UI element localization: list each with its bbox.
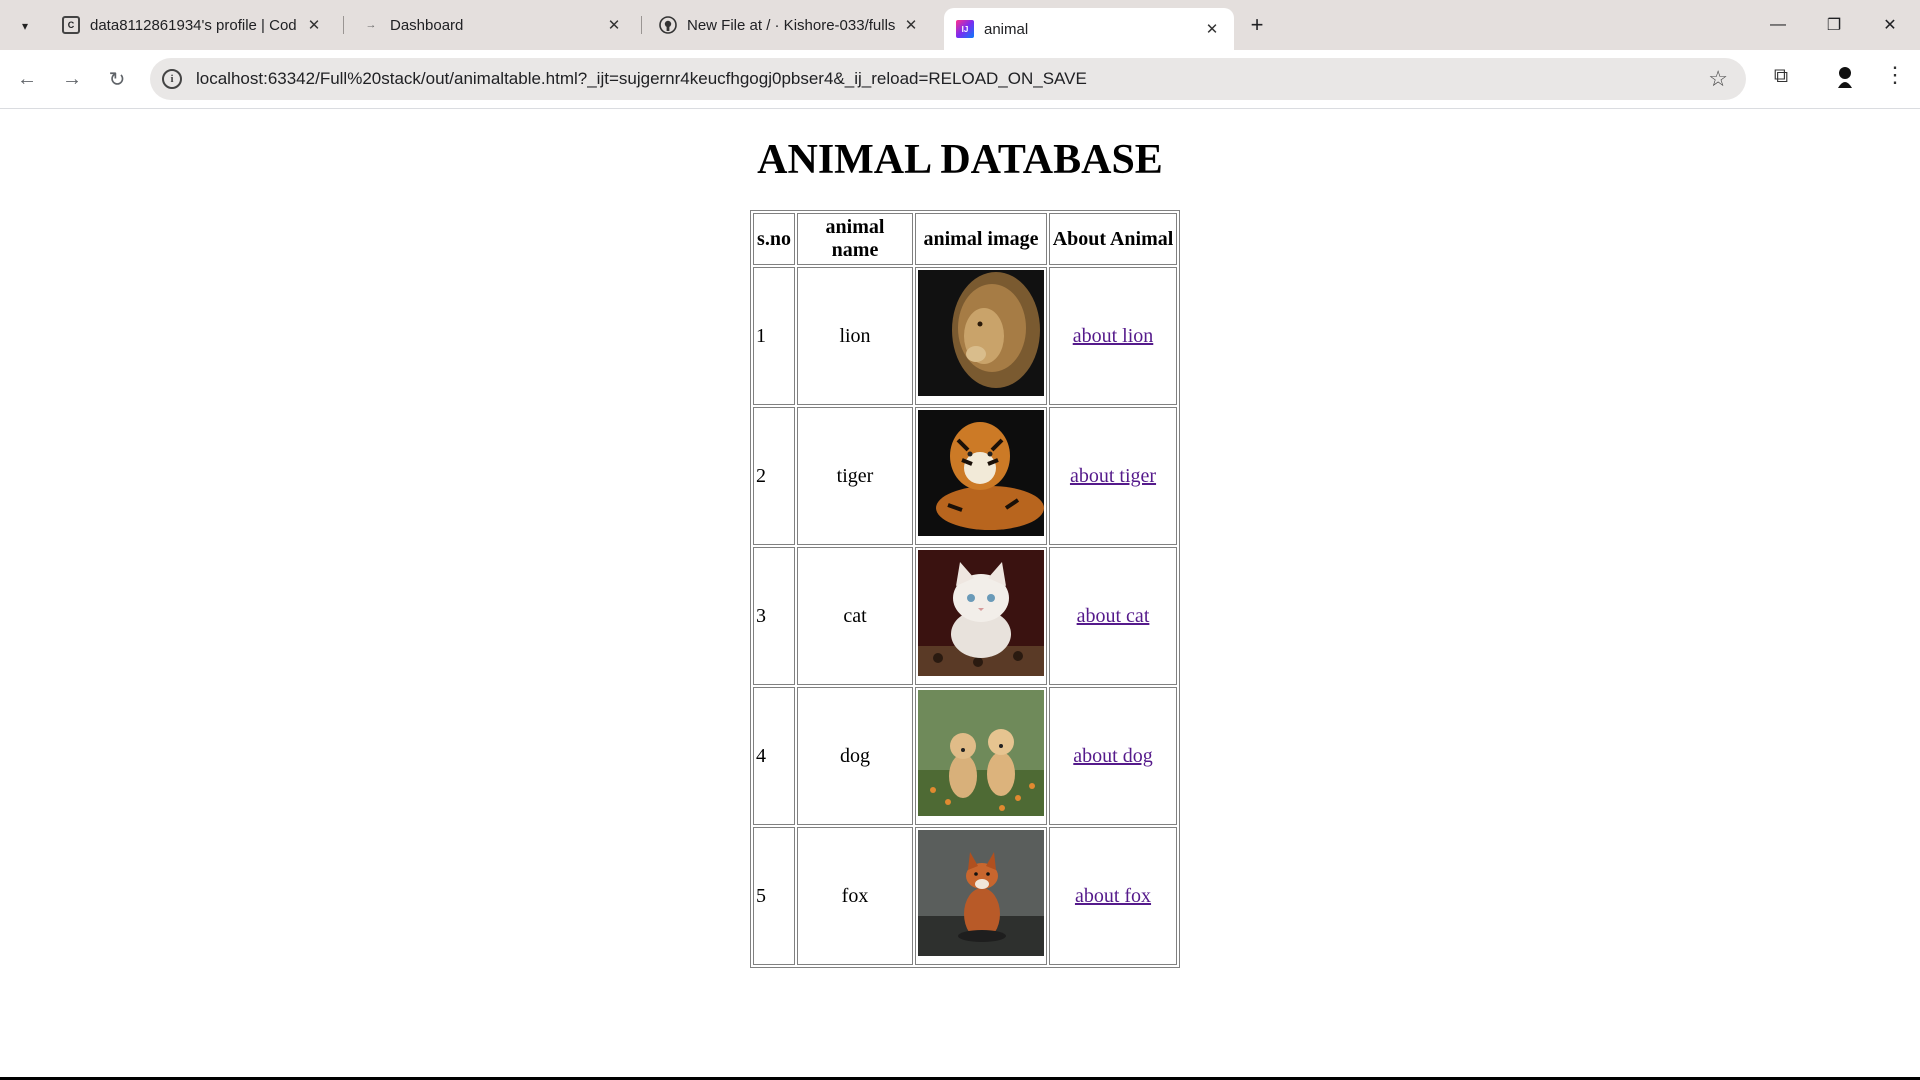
cell-about: about fox [1049, 827, 1177, 965]
back-icon[interactable]: ← [11, 63, 43, 95]
about-link[interactable]: about fox [1075, 885, 1151, 907]
cell-animal-image [915, 547, 1047, 685]
tab-title: Dashboard [390, 16, 464, 34]
tab-title: animal [984, 20, 1029, 38]
lion-image [918, 270, 1044, 396]
tab-github[interactable]: New File at / · Kishore-033/fulls ✕ [647, 8, 933, 42]
profile-icon[interactable] [1836, 66, 1854, 88]
forward-icon[interactable]: → [56, 63, 88, 95]
menu-kebab-icon[interactable]: ⋮ [1884, 62, 1906, 88]
minimize-icon[interactable]: — [1750, 0, 1806, 50]
header-about-animal: About Animal [1049, 213, 1177, 265]
intellij-favicon-icon: IJ [956, 20, 974, 38]
table-row: 5 fox about fox [753, 827, 1177, 965]
tab-strip: ▾ C data8112861934's profile | Cod ✕ → D… [0, 0, 1920, 50]
table-header-row: s.no animal name animal image About Anim… [753, 213, 1177, 265]
github-favicon-icon [659, 16, 677, 34]
cell-about: about cat [1049, 547, 1177, 685]
about-link[interactable]: about cat [1077, 605, 1150, 627]
cat-image [918, 550, 1044, 676]
url-text[interactable]: localhost:63342/Full%20stack/out/animalt… [196, 69, 1087, 89]
cell-animal-name: lion [797, 267, 913, 405]
tab-animal[interactable]: IJ animal ✕ [944, 8, 1234, 50]
cell-sno: 2 [753, 407, 795, 545]
tab-title: data8112861934's profile | Cod [90, 16, 297, 34]
bookmark-star-icon[interactable]: ☆ [1708, 66, 1728, 92]
close-icon[interactable]: ✕ [901, 15, 921, 35]
tab-search-icon[interactable]: ▾ [12, 13, 38, 39]
header-animal-name: animal name [797, 213, 913, 265]
restore-icon[interactable]: ❐ [1806, 0, 1862, 50]
table-row: 2 tiger about tiger [753, 407, 1177, 545]
extensions-icon[interactable]: ⧉ [1768, 63, 1794, 89]
animal-table: s.no animal name animal image About Anim… [750, 210, 1180, 968]
close-window-icon[interactable]: ✕ [1862, 0, 1918, 50]
tab-dashboard[interactable]: → Dashboard ✕ [350, 8, 636, 42]
cell-sno: 5 [753, 827, 795, 965]
close-icon[interactable]: ✕ [604, 15, 624, 35]
cell-animal-image [915, 267, 1047, 405]
tab-divider [343, 16, 344, 34]
cell-animal-name: cat [797, 547, 913, 685]
tab-codechef[interactable]: C data8112861934's profile | Cod ✕ [50, 8, 336, 42]
about-link[interactable]: about tiger [1070, 465, 1156, 487]
fox-image [918, 830, 1044, 956]
new-tab-icon[interactable]: + [1244, 12, 1270, 38]
browser-toolbar: ← → ↻ i localhost:63342/Full%20stack/out… [0, 50, 1920, 109]
cell-animal-name: fox [797, 827, 913, 965]
cell-sno: 4 [753, 687, 795, 825]
page-title: ANIMAL DATABASE [757, 137, 1163, 183]
cell-sno: 1 [753, 267, 795, 405]
table-row: 1 lion about lion [753, 267, 1177, 405]
cell-about: about tiger [1049, 407, 1177, 545]
cell-sno: 3 [753, 547, 795, 685]
header-sno: s.no [753, 213, 795, 265]
tiger-image [918, 410, 1044, 536]
header-animal-image: animal image [915, 213, 1047, 265]
tab-title: New File at / · Kishore-033/fulls [687, 16, 896, 34]
reload-icon[interactable]: ↻ [101, 63, 133, 95]
codechef-favicon-icon: C [62, 16, 80, 34]
arrow-favicon-icon: → [365, 19, 377, 31]
about-link[interactable]: about dog [1073, 745, 1152, 767]
dog-image [918, 690, 1044, 816]
table-row: 4 dog about dog [753, 687, 1177, 825]
cell-about: about lion [1049, 267, 1177, 405]
cell-animal-image [915, 687, 1047, 825]
cell-animal-name: dog [797, 687, 913, 825]
cell-animal-image [915, 407, 1047, 545]
close-icon[interactable]: ✕ [304, 15, 324, 35]
tab-divider [641, 16, 642, 34]
page-content: ANIMAL DATABASE s.no animal name animal … [0, 109, 1920, 1080]
cell-animal-image [915, 827, 1047, 965]
about-link[interactable]: about lion [1073, 325, 1154, 347]
cell-animal-name: tiger [797, 407, 913, 545]
table-row: 3 cat about cat [753, 547, 1177, 685]
site-info-icon[interactable]: i [162, 69, 182, 89]
cell-about: about dog [1049, 687, 1177, 825]
address-bar[interactable]: i localhost:63342/Full%20stack/out/anima… [150, 58, 1746, 100]
close-icon[interactable]: ✕ [1202, 19, 1222, 39]
